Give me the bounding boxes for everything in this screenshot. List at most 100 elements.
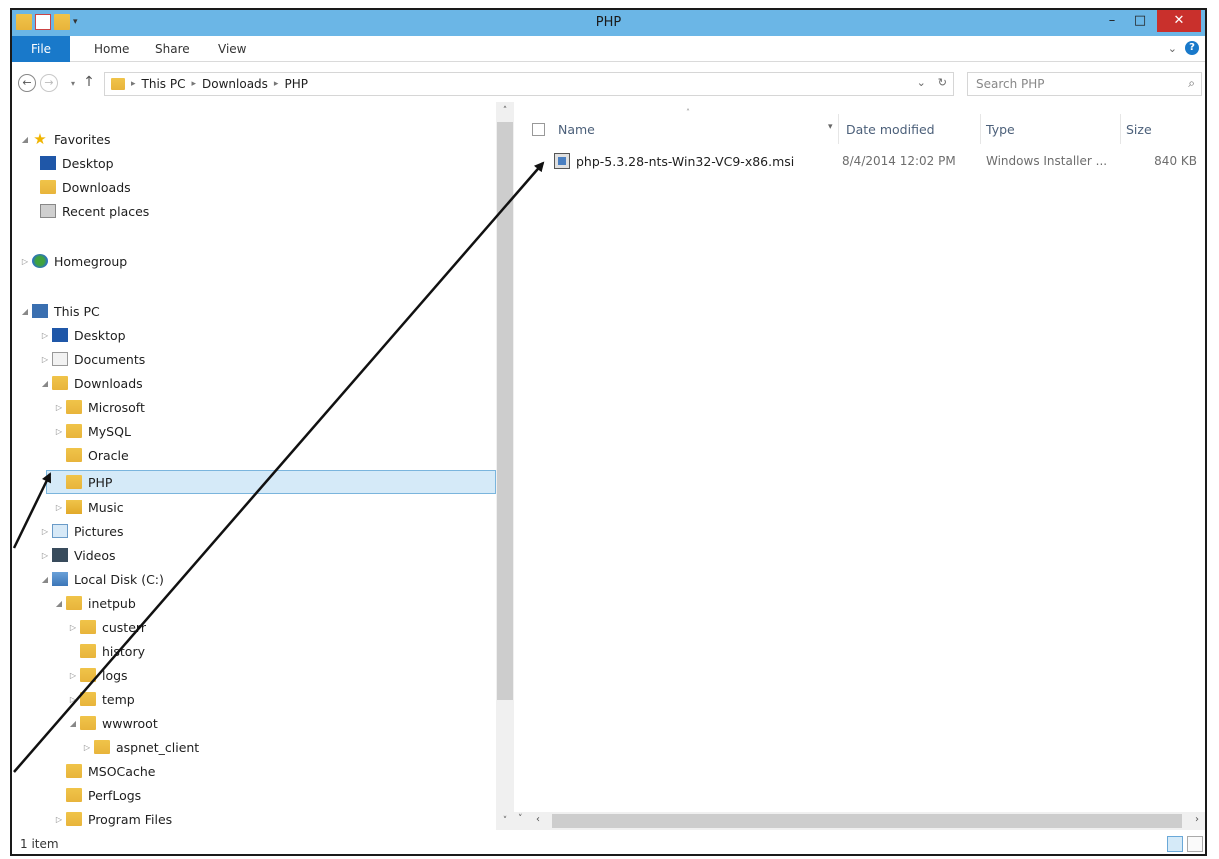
column-divider[interactable]: [838, 114, 839, 144]
address-dropdown-icon[interactable]: ⌄: [917, 76, 926, 89]
file-size: 840 KB: [1154, 154, 1197, 168]
breadcrumb-separator[interactable]: ▸: [131, 79, 136, 89]
ribbon-controls: ⌄ ?: [1168, 41, 1199, 55]
expanded-icon[interactable]: ◢: [40, 575, 50, 584]
collapsed-icon[interactable]: ▷: [68, 695, 78, 704]
collapsed-icon[interactable]: ▷: [54, 815, 64, 824]
search-icon[interactable]: ⌕: [1188, 76, 1195, 91]
tree-item-temp[interactable]: ▷ temp: [68, 688, 135, 710]
tree-item-music[interactable]: ▷ Music: [54, 496, 124, 518]
column-divider[interactable]: [980, 114, 981, 144]
expand-ribbon-icon[interactable]: ⌄: [1168, 42, 1177, 55]
forward-button[interactable]: →: [40, 74, 58, 92]
collapsed-icon[interactable]: ▷: [54, 503, 64, 512]
tree-item-recent-places[interactable]: Recent places: [40, 200, 149, 222]
help-icon[interactable]: ?: [1185, 41, 1199, 55]
tree-item-msocache[interactable]: MSOCache: [66, 760, 155, 782]
tree-item-logs[interactable]: ▷ logs: [68, 664, 128, 686]
tree-item-perflogs[interactable]: PerfLogs: [66, 784, 141, 806]
column-header-size[interactable]: Size: [1126, 122, 1152, 137]
breadcrumb-php[interactable]: PHP: [284, 77, 308, 91]
collapsed-icon[interactable]: ▷: [68, 671, 78, 680]
music-icon: [66, 500, 82, 514]
collapsed-icon[interactable]: ▷: [40, 355, 50, 364]
collapsed-icon[interactable]: ▷: [40, 551, 50, 560]
scroll-left-arrow[interactable]: ‹: [536, 814, 540, 825]
expanded-icon[interactable]: ◢: [54, 599, 64, 608]
collapsed-icon[interactable]: ▷: [54, 403, 64, 412]
large-icons-view-icon[interactable]: [1187, 836, 1203, 852]
breadcrumb-downloads[interactable]: Downloads: [202, 77, 268, 91]
back-button[interactable]: ←: [18, 74, 36, 92]
tree-item-wwwroot[interactable]: ◢ wwwroot: [68, 712, 158, 734]
scroll-thumb[interactable]: [497, 122, 513, 700]
column-filter-icon[interactable]: ▾: [828, 122, 833, 132]
collapsed-icon[interactable]: ▷: [40, 527, 50, 536]
tree-item-downloads[interactable]: Downloads: [40, 176, 131, 198]
tab-file[interactable]: File: [12, 36, 70, 62]
scroll-thumb[interactable]: [552, 814, 1182, 828]
collapsed-icon[interactable]: ▷: [68, 623, 78, 632]
up-button[interactable]: ↑: [80, 74, 98, 92]
scroll-right-arrow[interactable]: ›: [1195, 814, 1199, 825]
collapsed-icon[interactable]: ▷: [82, 743, 92, 752]
tree-item-homegroup[interactable]: ▷ Homegroup: [20, 250, 127, 272]
tree-item-pc-desktop[interactable]: ▷ Desktop: [40, 324, 126, 346]
tree-item-videos[interactable]: ▷ Videos: [40, 544, 116, 566]
tree-item-this-pc[interactable]: ◢ This PC: [20, 300, 100, 322]
maximize-button[interactable]: □: [1127, 10, 1153, 32]
tree-item-microsoft[interactable]: ▷ Microsoft: [54, 396, 145, 418]
search-input[interactable]: Search PHP ⌕: [967, 72, 1202, 96]
tree-item-mysql[interactable]: ▷ MySQL: [54, 420, 131, 442]
tree-item-pc-downloads[interactable]: ◢ Downloads: [40, 372, 143, 394]
details-view-icon[interactable]: [1167, 836, 1183, 852]
collapsed-icon[interactable]: ▷: [54, 427, 64, 436]
close-button[interactable]: ✕: [1157, 10, 1201, 32]
tree-item-favorites[interactable]: ◢ ★ Favorites: [20, 128, 111, 150]
scroll-down-arrow[interactable]: ˅: [518, 814, 523, 824]
sort-ascending-icon: ˄: [686, 108, 690, 117]
column-divider[interactable]: [1120, 114, 1121, 144]
tree-item-inetpub[interactable]: ◢ inetpub: [54, 592, 136, 614]
tree-item-pictures[interactable]: ▷ Pictures: [40, 520, 124, 542]
tree-item-aspnet-client[interactable]: ▷ aspnet_client: [82, 736, 199, 758]
tree-item-documents[interactable]: ▷ Documents: [40, 348, 145, 370]
title-bar[interactable]: ▾ PHP – □ ✕: [12, 10, 1205, 36]
tree-item-local-disk[interactable]: ◢ Local Disk (C:): [40, 568, 164, 590]
tree-item-desktop[interactable]: Desktop: [40, 152, 114, 174]
tab-home[interactable]: Home: [94, 36, 129, 62]
tree-item-oracle[interactable]: Oracle: [66, 444, 129, 466]
select-all-checkbox[interactable]: [532, 123, 545, 136]
collapsed-icon[interactable]: ▷: [20, 257, 30, 266]
tab-view[interactable]: View: [218, 36, 246, 62]
minimize-button[interactable]: –: [1099, 10, 1125, 32]
tree-label: Music: [88, 499, 124, 515]
column-header-date-modified[interactable]: Date modified: [846, 122, 935, 137]
folder-icon: [80, 620, 96, 634]
breadcrumb-separator[interactable]: ▸: [191, 79, 196, 89]
file-row[interactable]: php-5.3.28-nts-Win32-VC9-x86.msi: [554, 150, 794, 172]
column-header-name[interactable]: Name: [558, 122, 595, 137]
expanded-icon[interactable]: ◢: [40, 379, 50, 388]
tree-item-php[interactable]: PHP: [66, 471, 112, 493]
address-bar[interactable]: ▸ This PC ▸ Downloads ▸ PHP ⌄ ↻: [104, 72, 954, 96]
file-date-modified: 8/4/2014 12:02 PM: [842, 154, 956, 168]
tree-item-history[interactable]: history: [80, 640, 145, 662]
tree-label: custerr: [102, 619, 146, 635]
tree-item-program-files[interactable]: ▷ Program Files: [54, 808, 172, 830]
collapsed-icon[interactable]: ▷: [40, 331, 50, 340]
navigation-scrollbar[interactable]: ˄ ˅: [496, 102, 514, 830]
refresh-icon[interactable]: ↻: [938, 76, 947, 89]
expanded-icon[interactable]: ◢: [20, 307, 30, 316]
expanded-icon[interactable]: ◢: [68, 719, 78, 728]
tree-item-custerr[interactable]: ▷ custerr: [68, 616, 146, 638]
horizontal-scrollbar[interactable]: ˅ ‹ ›: [514, 812, 1205, 830]
column-header-type[interactable]: Type: [986, 122, 1015, 137]
tab-share[interactable]: Share: [155, 36, 190, 62]
breadcrumb-separator[interactable]: ▸: [274, 79, 279, 89]
folder-icon: [66, 448, 82, 462]
scroll-up-arrow[interactable]: ˄: [496, 106, 514, 116]
scroll-down-arrow[interactable]: ˅: [496, 816, 514, 826]
breadcrumb-this-pc[interactable]: This PC: [142, 77, 186, 91]
expanded-icon[interactable]: ◢: [20, 135, 30, 144]
